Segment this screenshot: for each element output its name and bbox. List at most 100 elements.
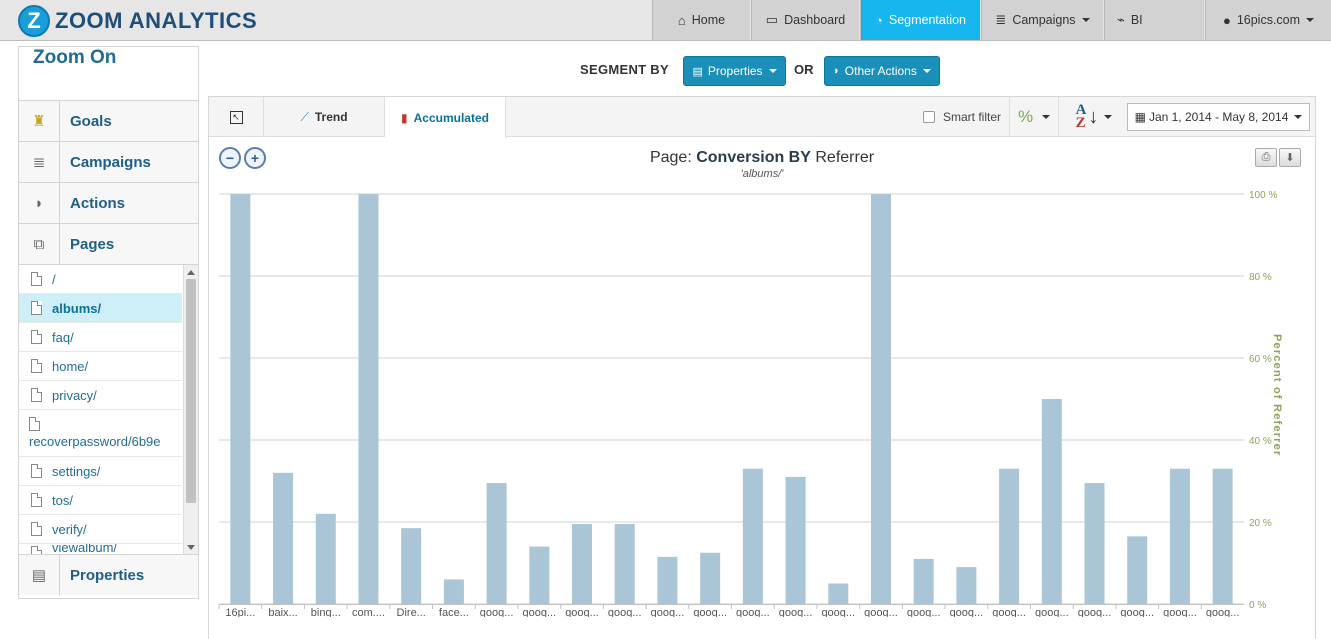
page-item-label: home/ [52, 358, 89, 374]
page-item[interactable]: / [19, 265, 182, 294]
chart-bar[interactable] [1169, 468, 1190, 604]
print-icon[interactable]: ⎙ [1255, 148, 1277, 167]
sidebar-item-campaigns[interactable]: ≣ Campaigns [19, 141, 198, 183]
page-item[interactable]: privacy/ [19, 381, 182, 410]
nav-bi[interactable]: ⌁ BI [1104, 0, 1204, 40]
document-icon [31, 301, 42, 315]
chart-bar[interactable] [572, 524, 593, 604]
properties-dropdown-button[interactable]: ▤ Properties [683, 56, 786, 86]
chart-bar[interactable] [358, 194, 379, 604]
chart-bar[interactable] [273, 472, 294, 604]
chart-bar[interactable] [785, 476, 806, 604]
smart-filter-label: Smart filter [943, 110, 1002, 124]
nav-segmentation[interactable]: ◔ Segmentation [860, 0, 980, 40]
tab-trend[interactable]: ⟋ Trend [264, 97, 385, 137]
page-item[interactable]: faq/ [19, 323, 182, 352]
sidebar-item-goals[interactable]: ♜ Goals [19, 100, 198, 142]
nav-home-label: Home [691, 13, 726, 27]
scroll-up-arrow[interactable] [187, 270, 195, 275]
chart-bar[interactable] [870, 194, 891, 604]
chart-bar[interactable] [700, 552, 721, 604]
page-item-label: faq/ [52, 329, 74, 345]
chart-bar[interactable] [1041, 399, 1062, 604]
percent-dropdown[interactable]: % [1009, 97, 1059, 137]
page-item[interactable]: viewalbum/ [19, 544, 182, 554]
sidebar-item-properties[interactable]: ▤ Properties [19, 554, 198, 596]
x-tick-label: Dire... [397, 607, 426, 617]
nav-dashboard-label: Dashboard [784, 13, 846, 27]
chart-bar[interactable] [443, 579, 464, 604]
nav-account[interactable]: ● 16pics.com [1205, 0, 1331, 40]
chevron-down-icon [768, 69, 777, 73]
download-icon[interactable]: ⬇ [1279, 148, 1301, 167]
expand-button[interactable]: ↖ [209, 97, 264, 137]
page-item[interactable]: recoverpassword/6b9e [19, 410, 182, 457]
chart-bar[interactable] [1127, 536, 1148, 604]
document-icon [31, 464, 42, 478]
x-tick-label: goog... [522, 607, 556, 617]
chart-bar[interactable] [742, 468, 763, 604]
chart-bar[interactable] [529, 546, 550, 604]
pie-icon: ◔ [875, 12, 883, 28]
chart-bar[interactable] [913, 558, 934, 604]
chart-bar[interactable] [486, 483, 507, 604]
sort-dropdown[interactable]: AZ ↓ [1067, 97, 1121, 137]
chart-bar[interactable] [614, 524, 635, 604]
user-icon: ● [1222, 12, 1231, 28]
id-card-icon: ▤ [692, 65, 703, 78]
chart-panel: ↖ ⟋ Trend ▮ Accumulated Smart filter % A… [208, 96, 1316, 639]
trend-icon: ⟋ [300, 109, 309, 124]
scroll-down-arrow[interactable] [187, 545, 195, 550]
document-icon [31, 522, 42, 536]
nav-campaigns[interactable]: ≣ Campaigns [981, 0, 1103, 40]
x-tick-label: goog... [1035, 607, 1069, 617]
y-axis-title-text: Percent of Referrer [1271, 334, 1283, 457]
chart-bar[interactable] [230, 194, 251, 604]
bar-chart-icon: ▮ [401, 110, 408, 125]
coins-icon: ≣ [995, 12, 1007, 27]
date-range-picker[interactable]: ▦ Jan 1, 2014 - May 8, 2014 [1127, 103, 1310, 131]
top-bar: Z ZOOM ANALYTICS ⌂ Home ▭ Dashboard ◔ Se… [0, 0, 1331, 41]
scroll-thumb[interactable] [186, 279, 196, 503]
mouse-icon: ◗ [19, 182, 60, 224]
sidebar-pages-label: Pages [70, 235, 115, 253]
page-list-scrollbar[interactable] [183, 265, 198, 554]
tab-accumulated[interactable]: ▮ Accumulated [385, 97, 506, 138]
nav-dashboard[interactable]: ▭ Dashboard [751, 0, 859, 40]
chart-bar[interactable] [1212, 468, 1233, 604]
chart-bar[interactable] [956, 567, 977, 604]
y-tick-label: 0 % [1249, 600, 1266, 611]
x-tick-label: goog... [651, 607, 685, 617]
chart-bar[interactable] [315, 513, 336, 604]
document-icon [31, 388, 42, 402]
smart-filter[interactable]: Smart filter [923, 110, 1001, 124]
home-icon: ⌂ [677, 12, 686, 28]
page-item-label: recoverpassword/6b9e [29, 434, 161, 449]
document-icon [31, 272, 42, 286]
smart-filter-checkbox[interactable] [923, 111, 935, 123]
expand-icon: ↖ [229, 110, 243, 124]
chart-bar[interactable] [401, 528, 422, 604]
x-tick-label: goog... [736, 607, 770, 617]
other-actions-dropdown-button[interactable]: ◗ Other Actions [824, 56, 940, 86]
chevron-down-icon [1081, 18, 1090, 22]
app-logo[interactable]: Z ZOOM ANALYTICS [18, 5, 257, 37]
sidebar-actions-label: Actions [70, 194, 126, 212]
sidebar-item-pages[interactable]: ⧉ Pages [19, 223, 198, 265]
x-tick-label: goog... [992, 607, 1026, 617]
page-item[interactable]: verify/ [19, 515, 182, 544]
page-item[interactable]: home/ [19, 352, 182, 381]
document-icon [31, 493, 42, 507]
page-item[interactable]: tos/ [19, 486, 182, 515]
y-tick-label: 80 % [1249, 272, 1272, 283]
sidebar-item-actions[interactable]: ◗ Actions [19, 182, 198, 224]
calendar-icon: ▦ [1134, 110, 1146, 124]
page-item[interactable]: settings/ [19, 457, 182, 486]
page-item-selected[interactable]: albums/ [19, 294, 182, 323]
chart-bar[interactable] [828, 583, 849, 605]
nav-home[interactable]: ⌂ Home [652, 0, 750, 40]
chart-bar[interactable] [657, 556, 678, 604]
chevron-down-icon [922, 69, 931, 73]
chart-bar[interactable] [1084, 483, 1105, 604]
chart-bar[interactable] [999, 468, 1020, 604]
